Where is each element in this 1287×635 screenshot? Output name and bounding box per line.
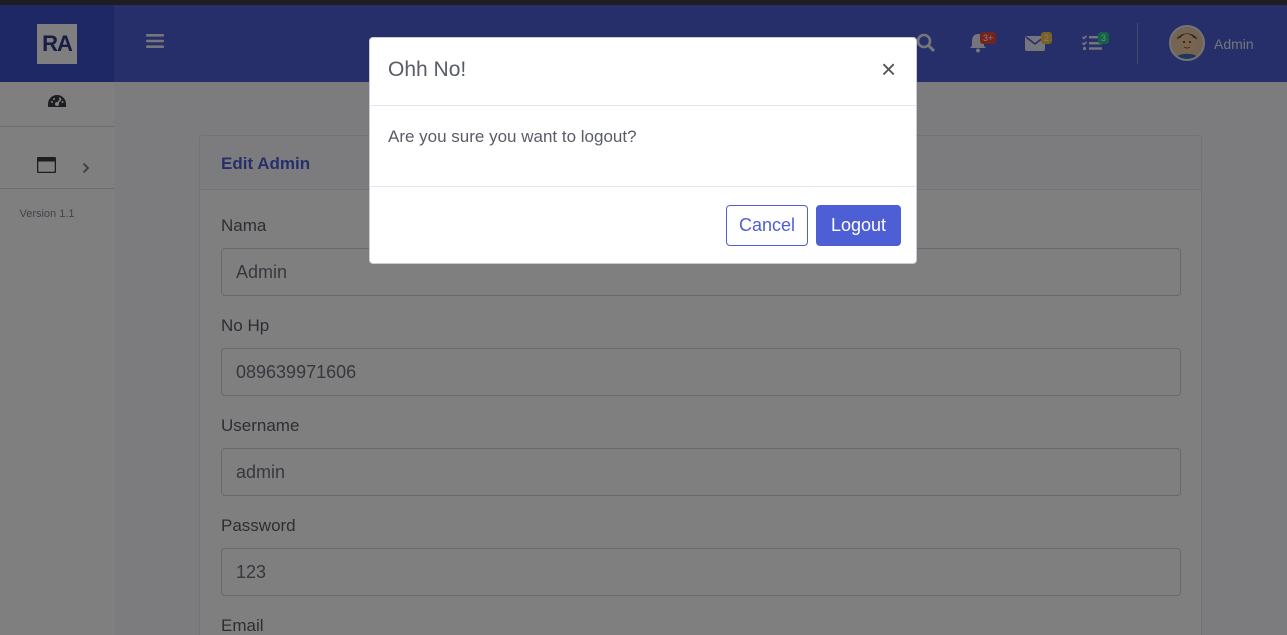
modal-header: Ohh No! × bbox=[370, 38, 916, 106]
modal-body-text: Are you sure you want to logout? bbox=[388, 127, 637, 146]
close-icon[interactable]: × bbox=[881, 54, 896, 84]
modal-title: Ohh No! bbox=[388, 58, 467, 81]
cancel-button[interactable]: Cancel bbox=[726, 205, 808, 246]
modal-footer: Cancel Logout bbox=[370, 186, 916, 264]
logout-modal: Ohh No! × Are you sure you want to logou… bbox=[369, 37, 917, 264]
logout-button[interactable]: Logout bbox=[816, 205, 901, 246]
